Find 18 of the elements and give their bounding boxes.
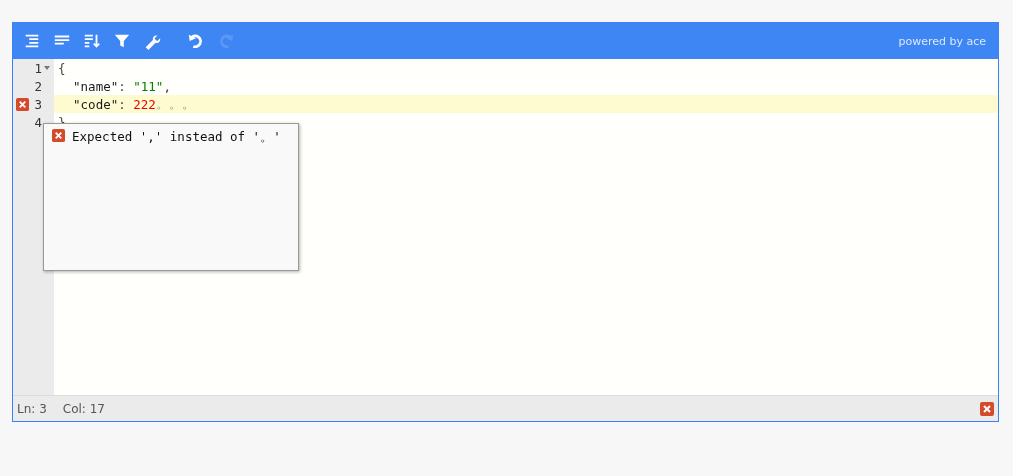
undo-icon (187, 32, 205, 50)
redo-icon (217, 32, 235, 50)
indent-lines-icon (23, 32, 41, 50)
line-position: Ln: 3 (17, 401, 47, 416)
column-position: Col: 17 (62, 401, 105, 416)
line-number: 4 (34, 114, 42, 130)
filter-icon (113, 32, 131, 50)
line-number: 3 (34, 96, 42, 112)
error-icon (52, 129, 65, 142)
line-number: 2 (34, 78, 42, 94)
code-line: { (57, 59, 67, 77)
sort-icon (83, 32, 101, 50)
code-line: "name": "11", (72, 77, 172, 95)
credit-link[interactable]: powered by ace (898, 34, 992, 48)
fold-icon[interactable] (44, 66, 50, 70)
error-message: Expected ',' instead of '。' (72, 129, 281, 146)
wrench-icon (143, 32, 161, 50)
line-number: 1 (34, 60, 42, 76)
